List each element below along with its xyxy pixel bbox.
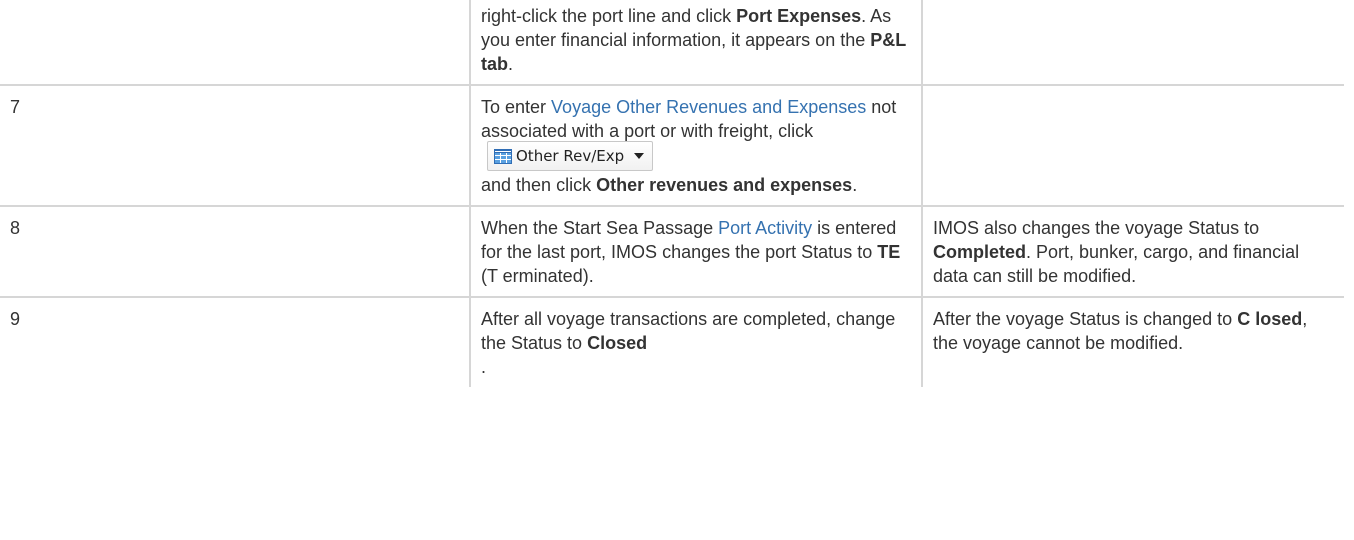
- port-expenses-term: Port Expenses: [736, 6, 862, 26]
- step-cell: 9: [0, 296, 471, 387]
- action-text: After all voyage transactions are comple…: [481, 309, 896, 353]
- action-text: right-click the port line and click: [481, 6, 737, 26]
- other-rev-exp-button[interactable]: Other Rev/Exp: [487, 141, 654, 171]
- grid-icon: [494, 148, 512, 164]
- action-text: (T erminated).: [481, 266, 594, 286]
- chevron-down-icon: [634, 153, 645, 159]
- note-cell: IMOS also changes the voyage Status to C…: [921, 205, 1344, 297]
- table-row: 7 To enter Voyage Other Revenues and Exp…: [0, 84, 1344, 206]
- action-text: and then click: [481, 175, 597, 195]
- other-rev-exp-label: Other Rev/Exp: [516, 147, 625, 165]
- note-text: IMOS also changes the voyage Status to: [933, 218, 1260, 238]
- step-cell: 7: [0, 84, 471, 206]
- action-text: .: [481, 357, 487, 377]
- note-cell: After the voyage Status is changed to C …: [921, 296, 1344, 387]
- voyage-other-revenues-link[interactable]: Voyage Other Revenues and Expenses: [551, 97, 866, 117]
- closed-status-term: C losed: [1237, 309, 1303, 329]
- table-row: 9 After all voyage transactions are comp…: [0, 296, 1344, 387]
- step-cell: 8: [0, 205, 471, 297]
- action-cell: right-click the port line and click Port…: [469, 0, 923, 85]
- step-cell: [0, 0, 471, 85]
- action-text: .: [508, 54, 514, 74]
- action-text: When the Start Sea Passage: [481, 218, 719, 238]
- table-row: 8 When the Start Sea Passage Port Activi…: [0, 205, 1344, 297]
- action-cell: To enter Voyage Other Revenues and Expen…: [469, 84, 923, 206]
- note-cell: [921, 84, 1344, 206]
- action-text: .: [852, 175, 858, 195]
- table-row: right-click the port line and click Port…: [0, 0, 1344, 85]
- action-cell: After all voyage transactions are comple…: [469, 296, 923, 387]
- other-revenues-term: Other revenues and expenses: [596, 175, 853, 195]
- action-text: To enter: [481, 97, 552, 117]
- action-cell: When the Start Sea Passage Port Activity…: [469, 205, 923, 297]
- procedure-table: right-click the port line and click Port…: [0, 0, 1344, 387]
- te-status-term: TE: [877, 242, 901, 262]
- note-text: After the voyage Status is changed to: [933, 309, 1238, 329]
- port-activity-link[interactable]: Port Activity: [718, 218, 812, 238]
- note-cell: [921, 0, 1344, 85]
- completed-status-term: Completed: [933, 242, 1027, 262]
- closed-status-term: Closed: [587, 333, 648, 353]
